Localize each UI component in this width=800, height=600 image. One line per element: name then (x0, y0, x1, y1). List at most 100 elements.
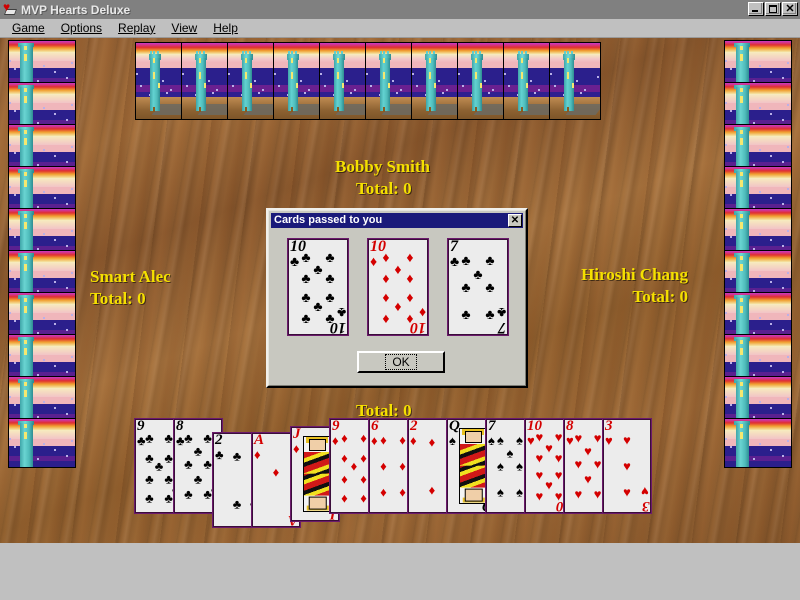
star-speck (54, 407, 56, 409)
ok-button[interactable]: OK (357, 351, 445, 373)
star-speck (274, 73, 276, 75)
star-speck (770, 407, 772, 409)
star-speck (170, 89, 172, 91)
star-speck (730, 236, 732, 238)
card-pip: ♣ (154, 458, 164, 474)
card-pip: ♣ (325, 309, 335, 326)
star-speck (446, 89, 448, 91)
star-speck (71, 398, 73, 400)
dialog-close-icon[interactable]: ✕ (508, 214, 522, 227)
star-speck (782, 287, 784, 289)
star-speck (370, 85, 372, 87)
close-button[interactable]: ✕ (782, 2, 798, 16)
star-speck (730, 68, 732, 70)
star-speck (730, 320, 732, 322)
star-speck (462, 85, 464, 87)
dialog-inner-frame: Cards passed to you ✕ 10 ♣ 10 ♣ ♣ ♣ ♣ ♣ ♣ ♣ ♣ ♣ ♣ ♣ 10… (268, 210, 526, 386)
star-speck (770, 281, 772, 283)
star-speck (37, 458, 39, 460)
passed-card-10-diamonds[interactable]: 10 ♦ 10 ♦ ♦ ♦ ♦ ♦ ♦ ♦ ♦ ♦ ♦ ♦ (367, 238, 429, 336)
minimize-button[interactable] (748, 2, 764, 16)
star-speck (182, 73, 184, 75)
menu-item-view[interactable]: View (163, 20, 205, 37)
star-speck (14, 362, 16, 364)
card-pip: ♦ (380, 432, 387, 448)
card-pip: ♣ (203, 430, 212, 446)
star-speck (725, 144, 727, 146)
card-suit-tl: ♦ (293, 441, 300, 456)
bottom-chrome-strip (0, 543, 800, 600)
star-speck (14, 194, 16, 196)
star-speck (258, 92, 260, 94)
star-speck (787, 62, 789, 64)
star-speck (14, 152, 16, 154)
card-pip: ♥ (574, 486, 583, 502)
card-pip: ♥ (584, 443, 592, 459)
star-speck (140, 85, 142, 87)
star-speck (212, 92, 214, 94)
card-pip: ♦ (350, 458, 358, 474)
card-pip: ♣ (164, 450, 173, 466)
star-speck (9, 60, 11, 62)
star-speck (725, 60, 727, 62)
card-pip: ♦ (382, 249, 390, 266)
card-pip: ♣ (232, 496, 242, 512)
star-speck (442, 92, 444, 94)
star-speck (730, 152, 732, 154)
star-speck (71, 62, 73, 64)
star-speck (71, 230, 73, 232)
star-speck (14, 68, 16, 70)
card-pip: ♣ (473, 265, 483, 282)
hand-card-3-hearts[interactable]: 3 ♥ 3 ♥ ♥ ♥ ♥ (602, 418, 652, 514)
star-speck (530, 80, 532, 82)
star-speck (54, 239, 56, 241)
card-pips: ♣ ♣ ♣ ♣ ♣ ♣ ♣ ♣ ♣ ♣ (288, 239, 348, 335)
passed-card-7-clubs[interactable]: 7 ♣ 7 ♣ ♣ ♣ ♣ ♣ ♣ ♣ ♣ (447, 238, 509, 336)
card-pip: ♥ (535, 488, 544, 504)
star-speck (166, 92, 168, 94)
menu-item-help[interactable]: Help (205, 20, 246, 37)
north-card-back (549, 42, 601, 120)
dialog-card-row: 10 ♣ 10 ♣ ♣ ♣ ♣ ♣ ♣ ♣ ♣ ♣ ♣ ♣ 10 ♦ 10 ♦ ♦ ♦ ♦ ♦ ♦ ♦ ♦ ♦ ♦ ♦ 7 ♣ 7 ♣ ♣ ♣ ♣ ♣… (269, 230, 525, 340)
star-speck (787, 356, 789, 358)
card-pip: ♣ (193, 443, 203, 459)
card-pip: ♠ (516, 484, 524, 500)
north-card-back (181, 42, 233, 120)
card-suit-tl: ♠ (449, 433, 456, 448)
west-card-back (8, 418, 76, 468)
north-card-back (273, 42, 325, 120)
menu-item-game[interactable]: Game (4, 20, 53, 37)
star-speck (66, 161, 68, 163)
star-speck (9, 312, 11, 314)
maximize-button[interactable] (765, 2, 781, 16)
card-pip: ♣ (145, 450, 154, 466)
menu-item-replay[interactable]: Replay (110, 20, 163, 37)
star-speck (43, 107, 45, 109)
star-speck (759, 233, 761, 235)
star-speck (9, 102, 11, 104)
star-speck (43, 359, 45, 361)
star-speck (254, 80, 256, 82)
menu-item-options[interactable]: Options (53, 20, 110, 37)
star-speck (324, 85, 326, 87)
star-speck (782, 329, 784, 331)
star-speck (759, 275, 761, 277)
west-player-name: Smart Alec (90, 267, 171, 286)
card-pip: ♣ (485, 305, 495, 322)
card-pip: ♥ (554, 488, 563, 504)
star-speck (9, 186, 11, 188)
card-pip: ♠ (496, 484, 504, 500)
star-speck (782, 413, 784, 415)
passed-card-10-clubs[interactable]: 10 ♣ 10 ♣ ♣ ♣ ♣ ♣ ♣ ♣ ♣ ♣ ♣ ♣ (287, 238, 349, 336)
star-speck (346, 80, 348, 82)
star-speck (354, 89, 356, 91)
star-speck (400, 89, 402, 91)
card-pip: ♣ (461, 279, 471, 295)
north-card-back (319, 42, 371, 120)
card-pip: ♠ (516, 458, 524, 474)
star-speck (54, 155, 56, 157)
star-speck (787, 104, 789, 106)
star-speck (782, 119, 784, 121)
star-speck (54, 449, 56, 451)
card-pip: ♣ (203, 486, 212, 502)
